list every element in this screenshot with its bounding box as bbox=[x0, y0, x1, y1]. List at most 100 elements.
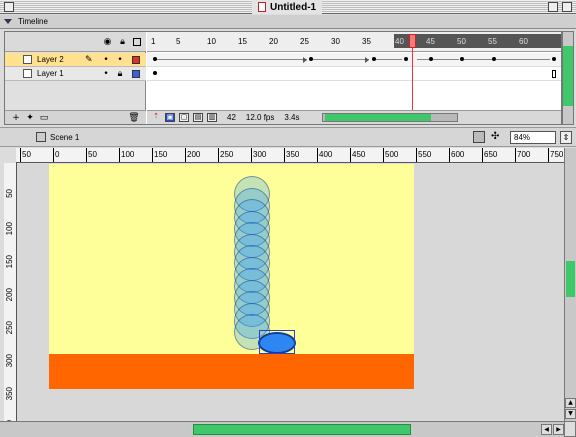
ruler-tick bbox=[515, 148, 516, 162]
keyframe[interactable] bbox=[404, 57, 408, 61]
ruler-label: 400 bbox=[319, 150, 333, 159]
ruler-tick bbox=[218, 148, 219, 162]
stage[interactable] bbox=[49, 164, 414, 389]
trash-icon[interactable]: 🗑︎ bbox=[128, 113, 139, 123]
window-title-bar[interactable]: Untitled-1 bbox=[0, 0, 576, 14]
ruler-label: 350 bbox=[5, 387, 14, 401]
scene-label[interactable]: Scene 1 bbox=[50, 133, 79, 142]
frame-number: 30 bbox=[331, 37, 340, 46]
ruler-tick bbox=[416, 148, 417, 162]
frame-row-layer-1[interactable] bbox=[147, 67, 561, 81]
onion-skin-icon[interactable]: ▣ bbox=[165, 113, 175, 122]
edit-scene-icon[interactable]: ✣ bbox=[491, 131, 503, 143]
horizontal-ruler: 50 0 50 100 150 200 250 300 350 400 450 500 550 600 65… bbox=[16, 148, 564, 163]
layer-row-1[interactable]: Layer 1 • 🔒︎ bbox=[5, 67, 146, 81]
ruler-tick bbox=[548, 148, 549, 162]
layer-icon bbox=[23, 69, 32, 78]
ruler-tick bbox=[482, 148, 483, 162]
insert-layer-icon[interactable]: + bbox=[11, 113, 21, 123]
ruler-label: 700 bbox=[517, 150, 531, 159]
outline-color-box[interactable] bbox=[132, 55, 140, 64]
ruler-label: 200 bbox=[5, 288, 14, 302]
visibility-dot[interactable]: • bbox=[99, 69, 113, 79]
lock-icon[interactable]: 🔒︎ bbox=[117, 37, 128, 47]
eye-icon[interactable]: ◉ bbox=[102, 37, 113, 47]
tween-arrow-icon bbox=[303, 57, 307, 63]
ruler-label: 350 bbox=[286, 150, 300, 159]
center-frame-icon[interactable]: ⇡ bbox=[151, 113, 161, 122]
layer-row-2[interactable]: Layer 2 ✎ • • bbox=[5, 53, 146, 67]
timeline-vscroll-thumb[interactable] bbox=[563, 46, 573, 106]
playhead[interactable] bbox=[409, 34, 416, 48]
zoom-box[interactable] bbox=[548, 2, 558, 12]
add-guide-layer-icon[interactable]: ✦ bbox=[25, 113, 35, 123]
horizontal-scroll-thumb[interactable] bbox=[193, 424, 411, 435]
modify-onion-markers-icon[interactable]: ▥ bbox=[207, 113, 217, 122]
frame-ruler[interactable]: 1 5 10 15 20 25 30 35 40 45 50 55 60 bbox=[147, 32, 561, 52]
ruler-label: 150 bbox=[5, 255, 14, 269]
ruler-label: 200 bbox=[187, 150, 201, 159]
scroll-right-arrow-icon[interactable]: ▶ bbox=[553, 424, 564, 435]
collapse-box[interactable] bbox=[562, 2, 572, 12]
disclosure-triangle-icon[interactable] bbox=[4, 19, 12, 24]
timeline-status-bar: ⇡ ▣ ▢ ▤ ▥ 42 12.0 fps 3.4s bbox=[147, 110, 561, 124]
outline-icon[interactable] bbox=[131, 37, 142, 46]
scroll-down-arrow-icon[interactable]: ▼ bbox=[565, 409, 576, 419]
pencil-icon: ✎ bbox=[85, 54, 93, 65]
timeline-scroll-thumb[interactable] bbox=[325, 114, 431, 121]
ruler-label: 50 bbox=[5, 189, 14, 198]
stage-vertical-scrollbar[interactable]: ▲ ▼ bbox=[564, 148, 576, 421]
frame-number: 15 bbox=[238, 37, 247, 46]
frame-row-layer-2[interactable] bbox=[147, 53, 561, 67]
outline-color-box[interactable] bbox=[132, 69, 140, 78]
frame-number: 25 bbox=[300, 37, 309, 46]
lock-icon[interactable]: 🔒︎ bbox=[113, 69, 127, 79]
vertical-ruler: 50100150200250300350400 bbox=[4, 163, 17, 421]
frame-number: 45 bbox=[426, 37, 435, 46]
frame-number: 50 bbox=[457, 37, 466, 46]
ruler-tick bbox=[119, 148, 120, 162]
edit-bar: Scene 1 ✣ 84% ⇕ bbox=[0, 127, 576, 147]
vertical-scroll-thumb[interactable] bbox=[566, 261, 575, 297]
frames-area[interactable]: 1 5 10 15 20 25 30 35 40 45 50 55 60 ⇡ ▣… bbox=[147, 32, 561, 124]
timeline-horizontal-scrollbar[interactable] bbox=[322, 113, 458, 122]
work-area[interactable] bbox=[17, 164, 564, 420]
ground-shape[interactable] bbox=[49, 354, 414, 389]
current-frame: 42 bbox=[227, 113, 236, 122]
ruler-tick bbox=[383, 148, 384, 162]
keyframe[interactable] bbox=[552, 57, 556, 61]
scroll-left-arrow-icon[interactable]: ◀ bbox=[541, 424, 552, 435]
timeline-header[interactable]: Timeline bbox=[0, 15, 576, 29]
insert-folder-icon[interactable]: ▭ bbox=[39, 113, 49, 123]
frame-number: 20 bbox=[269, 37, 278, 46]
frame-number: 10 bbox=[207, 37, 216, 46]
onion-skin-outlines-icon[interactable]: ▢ bbox=[179, 113, 189, 122]
timeline-vertical-scrollbar[interactable] bbox=[562, 31, 574, 125]
layer-toolbar: + ✦ ▭ 🗑︎ bbox=[5, 110, 146, 124]
zoom-dropdown-icon[interactable]: ⇕ bbox=[560, 131, 572, 144]
frame-number: 55 bbox=[488, 37, 497, 46]
ruler-label: 300 bbox=[253, 150, 267, 159]
stage-horizontal-scrollbar[interactable]: ◀ ▶ bbox=[0, 421, 564, 437]
ruler-tick bbox=[185, 148, 186, 162]
edit-symbols-icon[interactable] bbox=[473, 131, 485, 143]
ruler-label: 550 bbox=[418, 150, 432, 159]
scroll-up-arrow-icon[interactable]: ▲ bbox=[565, 398, 576, 408]
ruler-tick bbox=[152, 148, 153, 162]
frame-number: 1 bbox=[151, 37, 156, 46]
keyframe[interactable] bbox=[153, 71, 157, 75]
grow-box[interactable] bbox=[564, 421, 576, 437]
close-box[interactable] bbox=[4, 2, 14, 12]
end-frame[interactable] bbox=[552, 70, 556, 78]
onion-skin-range bbox=[394, 34, 561, 48]
frame-number: 60 bbox=[519, 37, 528, 46]
edit-multiple-frames-icon[interactable]: ▤ bbox=[193, 113, 203, 122]
elapsed-time: 3.4s bbox=[284, 113, 300, 122]
lock-dot[interactable]: • bbox=[113, 55, 127, 65]
ruler-label: 500 bbox=[385, 150, 399, 159]
visibility-dot[interactable]: • bbox=[99, 55, 113, 65]
ruler-tick bbox=[284, 148, 285, 162]
ruler-tick bbox=[350, 148, 351, 162]
zoom-field[interactable]: 84% bbox=[510, 131, 556, 144]
selection-box bbox=[259, 330, 295, 354]
